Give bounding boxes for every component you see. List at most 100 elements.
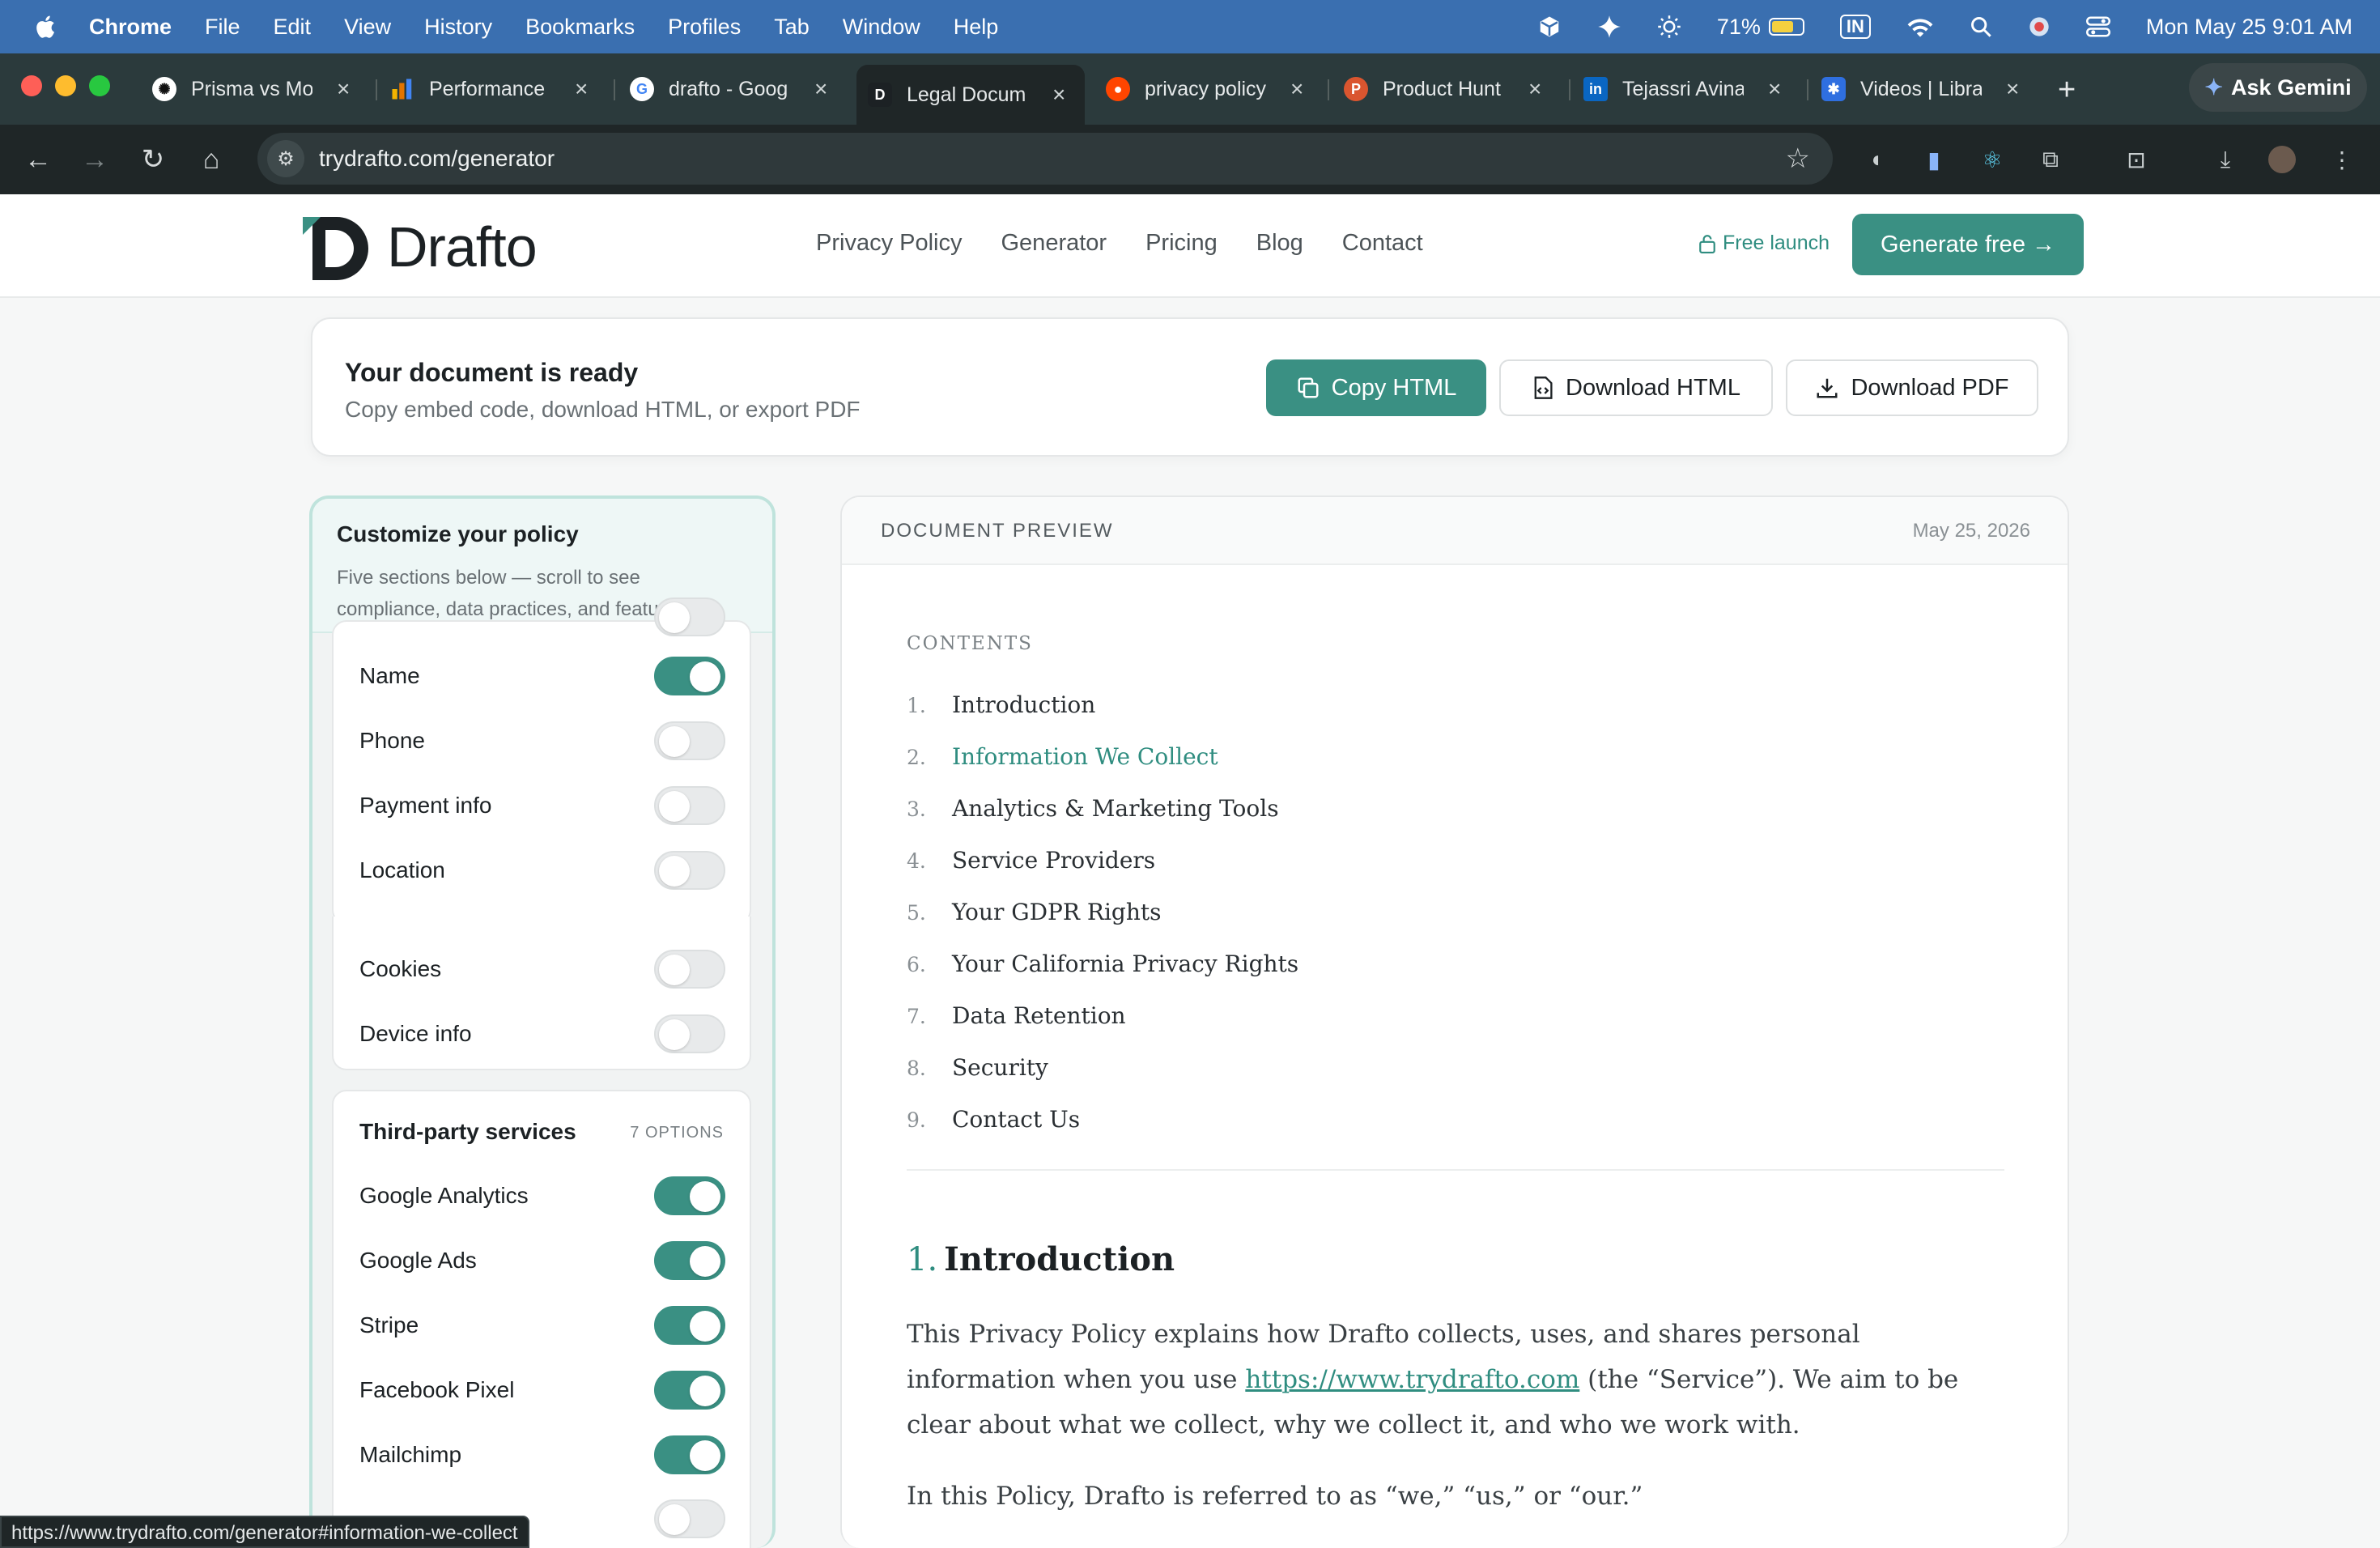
chrome-menu-icon[interactable]: ⋮ [2328,146,2356,173]
home-icon[interactable]: ⌂ [194,142,228,176]
tab-performance[interactable]: Performance × [390,65,588,113]
package-icon[interactable] [1537,15,1562,39]
site-info-icon[interactable]: ⚙ [267,140,304,177]
close-window-button[interactable] [21,75,42,96]
menu-view[interactable]: View [344,15,391,40]
menu-window[interactable]: Window [843,15,920,40]
forward-arrow-icon[interactable]: → [78,142,112,176]
menu-help[interactable]: Help [954,15,999,40]
back-arrow-icon[interactable]: ← [21,142,55,176]
tab-reddit[interactable]: ● privacy policy × [1106,65,1303,113]
control-center-icon[interactable] [2085,15,2110,38]
toc-link[interactable]: Your GDPR Rights [952,899,1161,925]
toggle-switch[interactable] [654,598,725,636]
menu-edit[interactable]: Edit [274,15,312,40]
tab-product-hunt[interactable]: P Product Hunt × [1344,65,1541,113]
battery-status[interactable]: 71% [1717,15,1804,40]
tab-google-search[interactable]: G drafto - Goog × [630,65,827,113]
generate-free-button[interactable]: Generate free → [1852,214,2084,275]
toc-item[interactable]: 9. Contact Us [907,1106,1080,1133]
toggle-cookies[interactable] [654,950,725,989]
menu-tab[interactable]: Tab [774,15,810,40]
nav-generator[interactable]: Generator [1001,230,1107,257]
menu-bookmarks[interactable]: Bookmarks [525,15,635,40]
nav-blog[interactable]: Blog [1256,230,1303,257]
close-tab-icon[interactable]: × [1528,76,1541,102]
downloads-icon[interactable]: ⤓ [2212,146,2239,173]
toggle-payment-info[interactable] [654,786,725,825]
toggle-mailchimp[interactable] [654,1435,725,1474]
menu-history[interactable]: History [424,15,492,40]
copy-html-button[interactable]: Copy HTML [1266,359,1486,416]
search-icon[interactable] [1970,15,1992,38]
toggle-switch[interactable] [654,1499,725,1538]
toggle-name[interactable] [654,657,725,695]
mouse-extension-icon[interactable]: ◖ [1862,146,1889,173]
close-tab-icon[interactable]: × [1052,82,1065,108]
extensions-puzzle-icon[interactable]: ⧉ [2037,146,2064,173]
toc-link[interactable]: Security [952,1054,1048,1081]
menu-app-name[interactable]: Chrome [89,15,172,40]
sparkle-icon[interactable] [1597,15,1621,39]
wifi-icon[interactable] [1906,15,1934,38]
toc-link[interactable]: Information We Collect [952,743,1218,770]
tab-videos-library[interactable]: ✱ Videos | Libra × [1821,65,2019,113]
toc-item[interactable]: 7. Data Retention [907,1002,1126,1029]
service-url-link[interactable]: https://www.trydrafto.com [1245,1365,1579,1394]
tab-legal-documents[interactable]: D Legal Docum × [856,65,1085,125]
menu-file[interactable]: File [205,15,240,40]
apple-icon[interactable] [32,14,57,40]
toggle-location[interactable] [654,851,725,890]
menubar-clock[interactable]: Mon May 25 9:01 AM [2146,15,2352,40]
download-html-button[interactable]: Download HTML [1499,359,1773,416]
toc-link[interactable]: Your California Privacy Rights [952,950,1298,977]
toc-item[interactable]: 6. Your California Privacy Rights [907,950,1298,977]
download-pdf-button[interactable]: Download PDF [1786,359,2038,416]
ask-gemini-button[interactable]: ✦ Ask Gemini [2189,63,2367,112]
profile-avatar[interactable] [2268,146,2296,173]
bookmark-star-icon[interactable]: ☆ [1786,142,1810,175]
close-tab-icon[interactable]: × [2006,76,2019,102]
brightness-icon[interactable] [1657,15,1681,39]
react-devtools-icon[interactable]: ⚛ [1978,146,2006,173]
reload-icon[interactable]: ↻ [136,142,170,176]
nav-contact[interactable]: Contact [1342,230,1423,257]
toc-item[interactable]: 8. Security [907,1054,1048,1081]
toggle-facebook-pixel[interactable] [654,1371,725,1410]
nav-pricing[interactable]: Pricing [1145,230,1218,257]
tab-search-icon[interactable]: ⊡ [2123,146,2150,173]
minimize-window-button[interactable] [55,75,76,96]
nav-privacy-policy[interactable]: Privacy Policy [816,230,963,257]
toc-link[interactable]: Contact Us [952,1106,1080,1133]
toc-link[interactable]: Service Providers [952,847,1155,874]
toggle-stripe[interactable] [654,1306,725,1345]
toc-item[interactable]: 3. Analytics & Marketing Tools [907,795,1279,822]
address-url[interactable]: trydrafto.com/generator [319,146,555,172]
docs-extension-icon[interactable]: ▮ [1920,146,1948,173]
toc-item[interactable]: 2. Information We Collect [907,743,1218,770]
screen-record-icon[interactable] [2028,15,2051,38]
drafto-logo[interactable]: Drafto [301,212,538,282]
toggle-google-analytics[interactable] [654,1176,725,1215]
close-tab-icon[interactable]: × [1768,76,1781,102]
toggle-device-info[interactable] [654,1014,725,1053]
close-tab-icon[interactable]: × [814,76,827,102]
address-bar[interactable]: ⚙ trydrafto.com/generator ☆ [257,133,1833,185]
close-tab-icon[interactable]: × [337,76,350,102]
new-tab-button[interactable]: + [2058,73,2076,108]
toggle-google-ads[interactable] [654,1241,725,1280]
toc-link[interactable]: Analytics & Marketing Tools [952,795,1279,822]
toc-item[interactable]: 5. Your GDPR Rights [907,899,1161,925]
toc-link[interactable]: Data Retention [952,1002,1126,1029]
toc-item[interactable]: 4. Service Providers [907,847,1155,874]
close-tab-icon[interactable]: × [1290,76,1303,102]
zoom-window-button[interactable] [89,75,110,96]
input-source-badge[interactable]: IN [1839,15,1871,39]
toc-link[interactable]: Introduction [952,691,1095,718]
tab-prisma[interactable]: ✺ Prisma vs Mo × [152,65,350,113]
close-tab-icon[interactable]: × [575,76,588,102]
menu-profiles[interactable]: Profiles [668,15,741,40]
tab-linkedin[interactable]: in Tejassri Avina × [1583,65,1781,113]
toggle-phone[interactable] [654,721,725,760]
toc-item[interactable]: 1. Introduction [907,691,1095,718]
